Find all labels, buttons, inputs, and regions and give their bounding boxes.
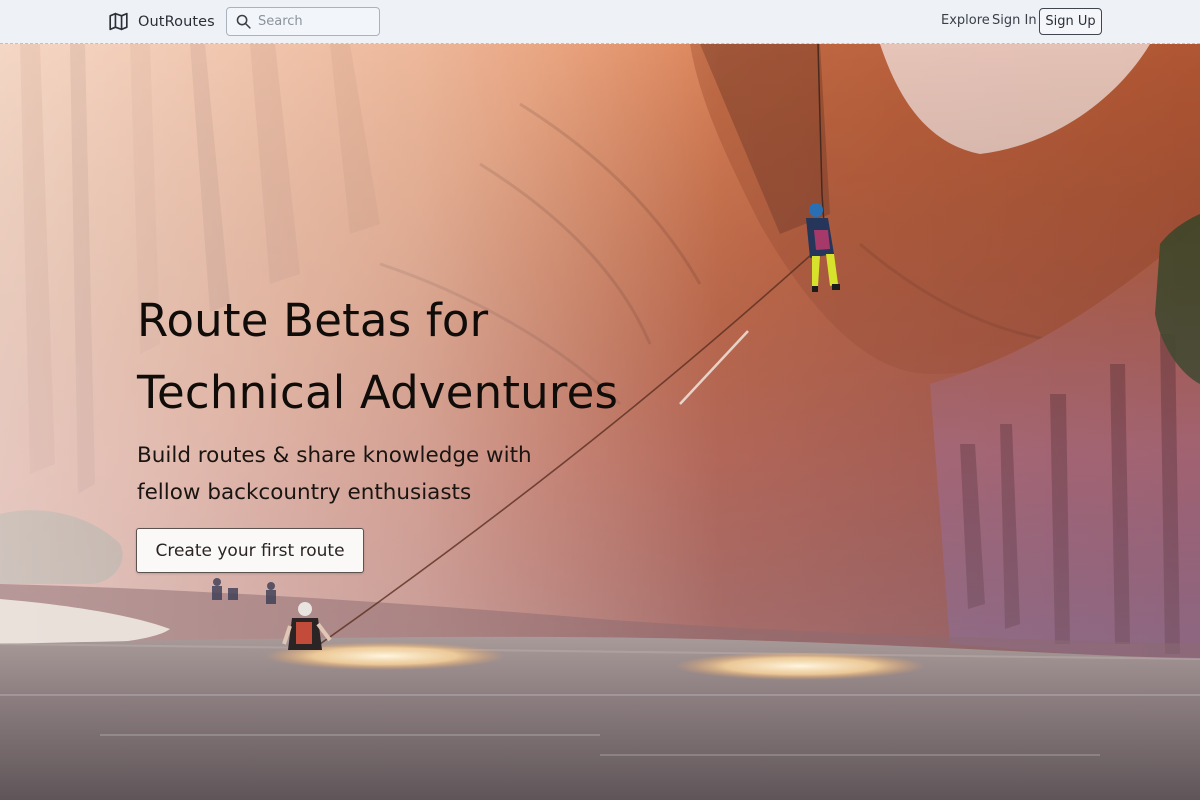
sign-up-button[interactable]: Sign Up bbox=[1039, 8, 1102, 35]
brand-name: OutRoutes bbox=[138, 13, 215, 30]
hero-section: Route Betas for Technical Adventures Bui… bbox=[0, 44, 1200, 800]
search-icon bbox=[236, 14, 251, 29]
hero-headline-line-2: Technical Adventures bbox=[137, 366, 619, 419]
top-nav-bar: OutRoutes Explore Sign In Sign Up bbox=[0, 0, 1200, 44]
nav-sign-in-link[interactable]: Sign In bbox=[992, 13, 1037, 28]
map-icon bbox=[109, 12, 128, 31]
search-input[interactable] bbox=[258, 14, 368, 29]
hero-headline: Route Betas for Technical Adventures bbox=[137, 285, 697, 429]
hero-subtitle: Build routes & share knowledge with fell… bbox=[137, 437, 577, 511]
hero-headline-line-1: Route Betas for bbox=[137, 294, 489, 347]
create-first-route-button[interactable]: Create your first route bbox=[136, 528, 364, 573]
hero-subtitle-line-2: fellow backcountry enthusiasts bbox=[137, 480, 472, 505]
search-box[interactable] bbox=[226, 7, 380, 36]
hero-subtitle-line-1: Build routes & share knowledge with bbox=[137, 443, 532, 468]
nav-explore-link[interactable]: Explore bbox=[941, 13, 990, 28]
brand-logo-link[interactable]: OutRoutes bbox=[108, 11, 215, 32]
